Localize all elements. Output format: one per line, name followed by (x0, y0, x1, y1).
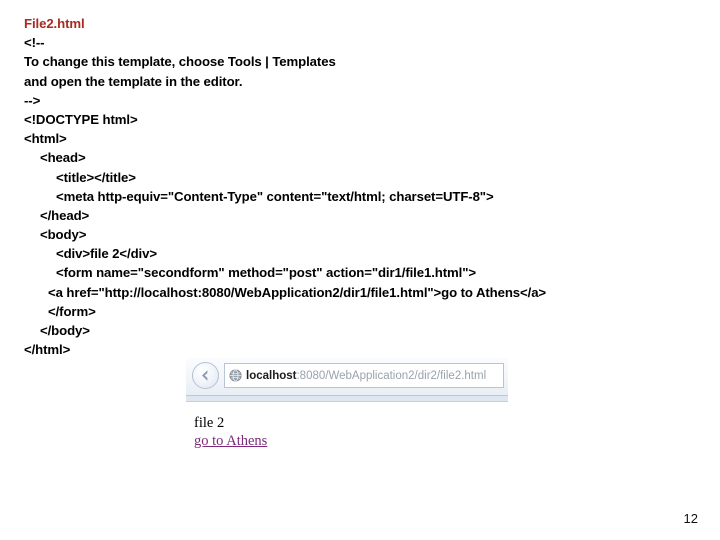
code-line: --> (24, 92, 41, 108)
code-line: <!DOCTYPE html> (24, 111, 138, 127)
browser-page-viewport: file 2 go to Athens (186, 402, 508, 450)
code-line: <title></title> (56, 169, 136, 185)
code-line: </form> (48, 303, 96, 319)
page-title: File2.html (24, 16, 85, 31)
address-bar[interactable]: localhost:8080/WebApplication2/dir2/file… (224, 363, 504, 388)
code-line: <a href="http://localhost:8080/WebApplic… (48, 284, 547, 300)
code-line: <html> (24, 131, 67, 147)
arrow-left-icon (202, 370, 208, 381)
code-line: </html> (24, 342, 71, 358)
browser-screenshot-image: localhost:8080/WebApplication2/dir2/file… (186, 358, 508, 466)
code-line: and open the template in the editor. (24, 73, 243, 89)
back-button[interactable] (192, 362, 219, 389)
code-listing: File2.html <!-- To change this template,… (24, 14, 694, 359)
url-path: :8080/WebApplication2/dir2/file2.html (296, 369, 487, 382)
code-line: </head> (40, 207, 90, 223)
code-line: <meta http-equiv="Content-Type" content=… (56, 188, 494, 204)
rendered-heading-text: file 2 (194, 415, 225, 431)
code-line: To change this template, choose Tools | … (24, 54, 336, 70)
url-text: localhost:8080/WebApplication2/dir2/file… (246, 370, 486, 382)
browser-toolbar: localhost:8080/WebApplication2/dir2/file… (186, 358, 508, 396)
code-line: <form name="secondform" method="post" ac… (56, 265, 476, 281)
slide-canvas: File2.html <!-- To change this template,… (0, 0, 720, 540)
page-number: 12 (683, 511, 698, 526)
code-line: </body> (40, 323, 90, 338)
code-line: <head> (40, 150, 86, 166)
rendered-go-to-athens-link[interactable]: go to Athens (194, 432, 267, 450)
code-line: <div>file 2</div> (56, 246, 157, 262)
code-line: <!-- (24, 35, 45, 51)
globe-icon (229, 369, 242, 382)
url-host: localhost (246, 369, 297, 382)
code-line: <body> (40, 227, 87, 243)
